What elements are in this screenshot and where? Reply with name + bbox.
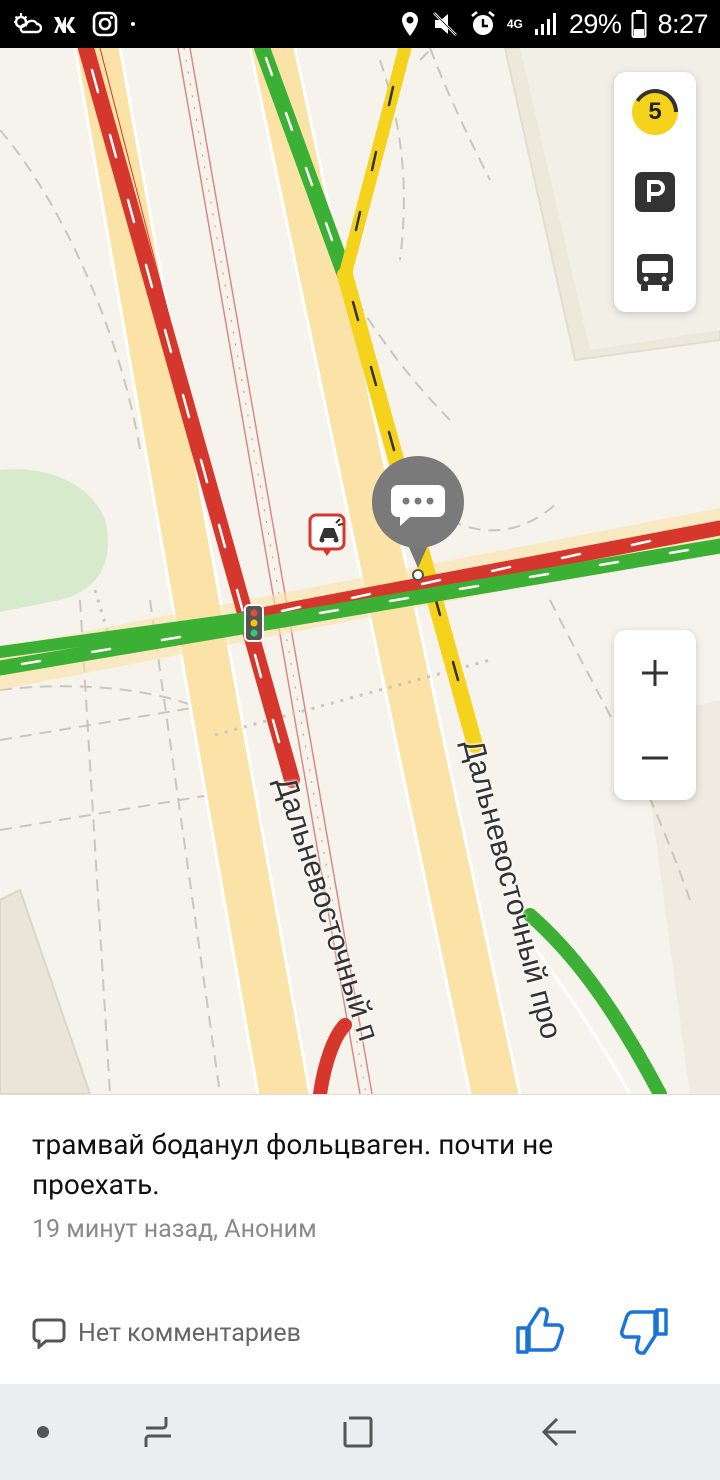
road-event-card: трамвай боданул фольцваген. почти не про… xyxy=(0,1094,720,1384)
map-layers-panel: 5 xyxy=(614,72,696,312)
back-arrow-icon xyxy=(541,1417,576,1447)
building-block xyxy=(0,888,92,1094)
plus-icon xyxy=(642,659,668,686)
thumbs-down-icon xyxy=(620,1308,668,1355)
vk-icon xyxy=(52,13,82,35)
system-nav-bar xyxy=(0,1384,720,1480)
event-meta: 19 минут назад, Аноним xyxy=(32,1215,317,1244)
dot-icon xyxy=(37,1426,49,1438)
back-button[interactable] xyxy=(512,1384,608,1480)
comments-label: Нет комментариев xyxy=(78,1318,301,1348)
network-type: 4G xyxy=(506,17,523,31)
park-area xyxy=(0,469,108,612)
map-view[interactable]: Дальневосточный п Дальневосточный про 5 xyxy=(0,48,720,1094)
comments-button[interactable]: Нет комментариев xyxy=(32,1313,301,1353)
recent-apps-button[interactable] xyxy=(110,1384,206,1480)
public-transport-button[interactable] xyxy=(614,232,696,312)
dot-button[interactable] xyxy=(0,1384,91,1480)
traffic-level-button[interactable]: 5 xyxy=(614,72,696,152)
location-icon xyxy=(399,10,421,38)
road-left xyxy=(75,48,310,1094)
parking-icon xyxy=(635,172,675,212)
mute-icon xyxy=(431,10,459,38)
recent-apps-icon xyxy=(144,1417,171,1447)
map-canvas xyxy=(0,48,720,1094)
dot-icon xyxy=(128,19,138,29)
zoom-out-button[interactable] xyxy=(614,715,696,800)
event-message: трамвай боданул фольцваген. почти не про… xyxy=(32,1128,554,1201)
traffic-level-value: 5 xyxy=(648,98,662,125)
battery-icon xyxy=(631,9,647,39)
weather-icon xyxy=(12,11,42,37)
bus-icon xyxy=(637,254,673,291)
zoom-in-button[interactable] xyxy=(614,630,696,715)
screen: 4G 29% 8:27 Дальневосточный п Дальневост… xyxy=(0,0,720,1480)
battery-percent: 29% xyxy=(568,8,622,39)
alarm-icon xyxy=(469,10,497,38)
parking-button[interactable] xyxy=(614,152,696,232)
dislike-button[interactable] xyxy=(614,1303,674,1359)
comment-icon xyxy=(32,1318,66,1349)
home-icon xyxy=(343,1416,373,1448)
home-button[interactable] xyxy=(310,1384,406,1480)
minus-icon xyxy=(642,756,668,759)
signal-icon xyxy=(533,11,559,37)
like-button[interactable] xyxy=(510,1303,570,1359)
zoom-controls xyxy=(614,630,696,800)
accident-marker-icon[interactable] xyxy=(308,513,346,556)
status-bar: 4G 29% 8:27 xyxy=(0,0,720,48)
instagram-icon xyxy=(92,11,118,37)
traffic-light-icon xyxy=(244,604,264,642)
traffic-level-icon: 5 xyxy=(630,87,680,137)
thumbs-up-icon xyxy=(516,1307,564,1354)
clock: 8:27 xyxy=(657,8,708,39)
